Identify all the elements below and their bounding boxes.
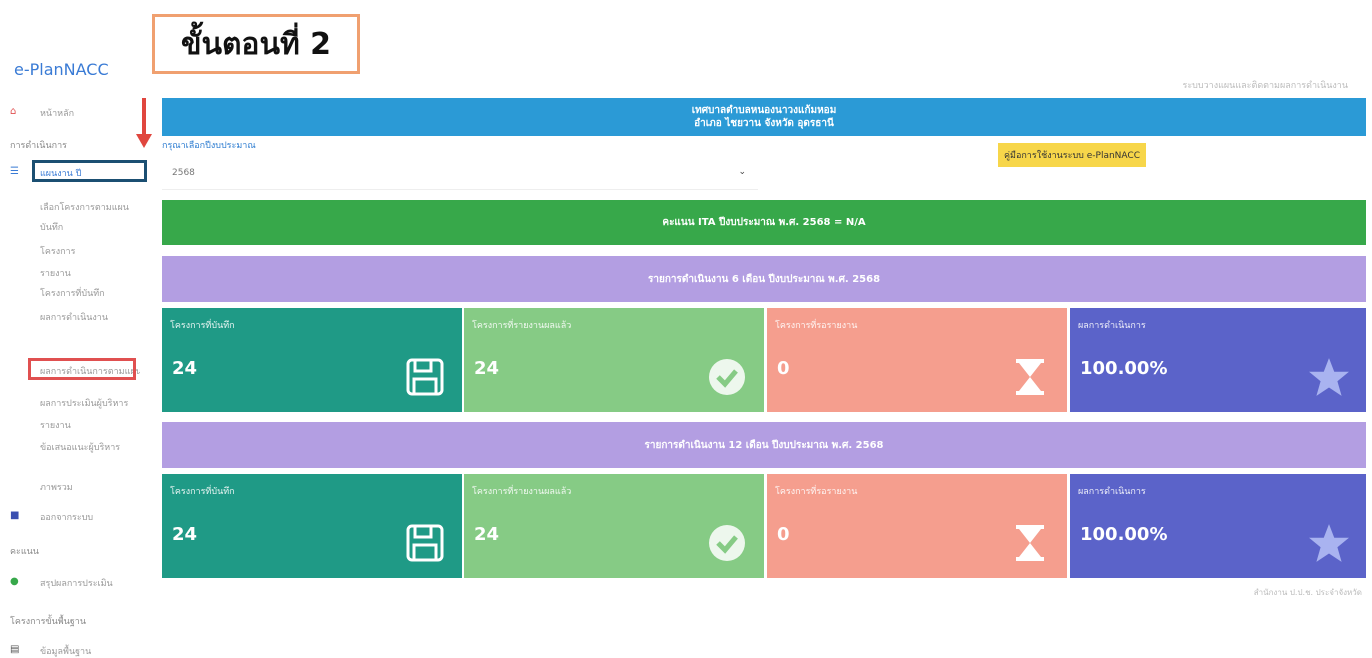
org-header-band: เทศบาลตำบลหนองนาวงแก้มหอม อำเภอ ไชยวาน จ… bbox=[162, 98, 1366, 136]
card-value: 0 bbox=[777, 524, 790, 545]
year-select[interactable]: 2568 ⌄ bbox=[162, 162, 758, 190]
sidebar-heading-score: คะแนน bbox=[10, 547, 39, 557]
sidebar-item-report-2[interactable]: รายงาน bbox=[40, 418, 71, 432]
year-select-value: 2568 bbox=[172, 168, 195, 178]
summary-icon: ● bbox=[10, 576, 19, 587]
annotation-arrow-head bbox=[136, 134, 152, 148]
card-label: โครงการที่รายงานผลแล้ว bbox=[472, 487, 572, 497]
highlight-box-plan-results bbox=[28, 358, 136, 380]
sidebar-item-summary[interactable]: สรุปผลการประเมิน bbox=[40, 576, 113, 590]
sidebar-item-report[interactable]: รายงาน bbox=[40, 266, 71, 280]
card-12m-reported[interactable]: โครงการที่รายงานผลแล้ว 24 bbox=[464, 474, 764, 578]
sidebar: ⌂ หน้าหลัก การดำเนินการ ☰ แผนงาน ปี เลือ… bbox=[0, 96, 150, 658]
chevron-down-icon: ⌄ bbox=[738, 167, 746, 177]
logout-icon: ■ bbox=[10, 510, 20, 521]
card-value: 0 bbox=[777, 358, 790, 379]
card-value: 100.00% bbox=[1080, 524, 1168, 545]
home-icon: ⌂ bbox=[10, 106, 17, 117]
card-value: 24 bbox=[172, 524, 198, 545]
check-icon bbox=[704, 354, 750, 400]
sidebar-item-select-project[interactable]: เลือกโครงการตามแผน bbox=[40, 200, 129, 214]
step-label-box: ขั้นตอนที่ 2 bbox=[152, 14, 360, 74]
card-value: 24 bbox=[172, 358, 198, 379]
star-icon bbox=[1306, 520, 1352, 566]
sidebar-item-logout[interactable]: ออกจากระบบ bbox=[40, 510, 93, 524]
card-label: ผลการดำเนินการ bbox=[1078, 487, 1146, 497]
card-label: ผลการดำเนินการ bbox=[1078, 321, 1146, 331]
card-label: โครงการที่บันทึก bbox=[170, 321, 235, 331]
org-name: เทศบาลตำบลหนองนาวงแก้มหอม bbox=[691, 105, 837, 116]
sidebar-item-project[interactable]: โครงการ bbox=[40, 244, 75, 258]
sidebar-heading-operations: การดำเนินการ bbox=[10, 141, 67, 151]
card-value: 24 bbox=[474, 358, 500, 379]
card-label: โครงการที่บันทึก bbox=[170, 487, 235, 497]
save-icon bbox=[402, 354, 448, 400]
card-12m-result[interactable]: ผลการดำเนินการ 100.00% bbox=[1070, 474, 1366, 578]
hourglass-icon bbox=[1007, 520, 1053, 566]
card-label: โครงการที่รอรายงาน bbox=[775, 487, 858, 497]
data-icon: ▤ bbox=[10, 644, 20, 655]
card-value: 24 bbox=[474, 524, 500, 545]
card-6m-recorded[interactable]: โครงการที่บันทึก 24 bbox=[162, 308, 462, 412]
sidebar-item-exec-evaluation[interactable]: ผลการประเมินผู้บริหาร bbox=[40, 396, 128, 410]
top-right-note: ระบบวางแผนและติดตามผลการดำเนินงาน bbox=[1182, 81, 1349, 91]
check-icon bbox=[704, 520, 750, 566]
footnote: สำนักงาน ป.ป.ช. ประจำจังหวัด bbox=[1253, 588, 1362, 597]
manual-button[interactable]: คู่มือการใช้งานระบบ e-PlanNACC bbox=[998, 143, 1146, 167]
card-12m-pending[interactable]: โครงการที่รอรายงาน 0 bbox=[767, 474, 1067, 578]
card-6m-result[interactable]: ผลการดำเนินการ 100.00% bbox=[1070, 308, 1366, 412]
card-value: 100.00% bbox=[1080, 358, 1168, 379]
save-icon bbox=[402, 520, 448, 566]
plan-icon: ☰ bbox=[10, 166, 19, 177]
card-label: โครงการที่รายงานผลแล้ว bbox=[472, 321, 572, 331]
sidebar-item-recorded-projects[interactable]: โครงการที่บันทึก bbox=[40, 286, 105, 300]
ita-score-band: คะแนน ITA ปีงบประมาณ พ.ศ. 2568 = N/A bbox=[162, 200, 1366, 245]
card-12m-recorded[interactable]: โครงการที่บันทึก 24 bbox=[162, 474, 462, 578]
star-icon bbox=[1306, 354, 1352, 400]
hourglass-icon bbox=[1007, 354, 1053, 400]
sidebar-item-results[interactable]: ผลการดำเนินงาน bbox=[40, 310, 108, 324]
brand-logo[interactable]: e-PlanNACC bbox=[14, 60, 109, 79]
sidebar-item-overview[interactable]: ภาพรวม bbox=[40, 480, 73, 494]
sidebar-item-record[interactable]: บันทึก bbox=[40, 220, 63, 234]
active-item-highlight bbox=[32, 160, 147, 182]
org-location: อำเภอ ไชยวาน จังหวัด อุดรธานี bbox=[694, 118, 834, 129]
sidebar-item-home[interactable]: หน้าหลัก bbox=[40, 106, 74, 120]
card-6m-reported[interactable]: โครงการที่รายงานผลแล้ว 24 bbox=[464, 308, 764, 412]
annotation-arrow bbox=[142, 98, 146, 136]
section-12m-title: รายการดำเนินงาน 12 เดือน ปีงบประมาณ พ.ศ.… bbox=[162, 422, 1366, 468]
card-6m-pending[interactable]: โครงการที่รอรายงาน 0 bbox=[767, 308, 1067, 412]
sidebar-heading-basic: โครงการขั้นพื้นฐาน bbox=[10, 617, 86, 627]
sidebar-item-suggestions[interactable]: ข้อเสนอแนะผู้บริหาร bbox=[40, 440, 120, 454]
card-label: โครงการที่รอรายงาน bbox=[775, 321, 858, 331]
year-select-label: กรุณาเลือกปีงบประมาณ bbox=[162, 141, 256, 151]
sidebar-item-basic-data[interactable]: ข้อมูลพื้นฐาน bbox=[40, 644, 91, 658]
section-6m-title: รายการดำเนินงาน 6 เดือน ปีงบประมาณ พ.ศ. … bbox=[162, 256, 1366, 302]
